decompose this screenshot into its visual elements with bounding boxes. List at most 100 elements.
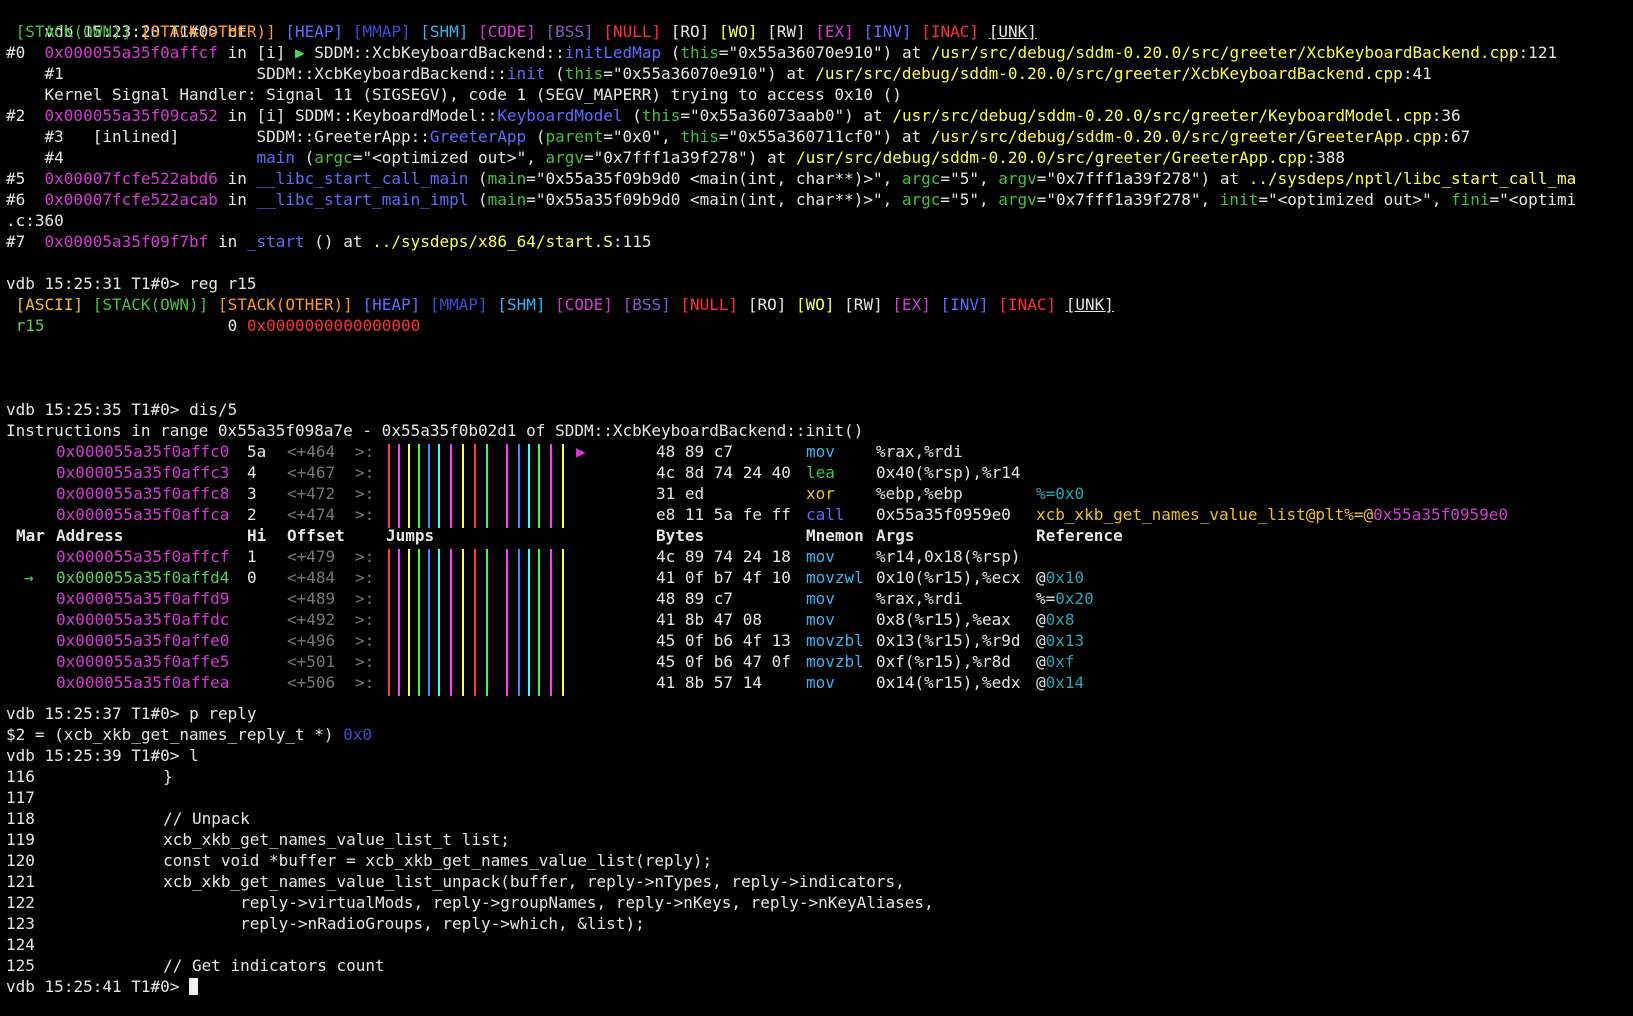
column-header-mar: Mar (16, 526, 45, 545)
prompt-line-active[interactable]: vdb 15:25:41 T1#0> (6, 976, 199, 997)
line-code: } (86, 767, 173, 786)
disasm-row[interactable]: 0x000055a35f0affea <+506 >: 41 8b 57 14 mov 0… (0, 672, 1633, 693)
frame-line: :36 (1431, 106, 1461, 125)
instruction-args: %r14,0x18(%rsp) (876, 547, 1021, 566)
prompt-time: 15:25:31 (44, 274, 122, 293)
jump-line (486, 549, 488, 696)
line-number: 124 (6, 935, 35, 954)
instruction-bytes: 4c 8d 74 24 40 (656, 463, 791, 482)
legend-inv: [INV] (940, 295, 989, 314)
frame-function: __libc_start_main_impl (256, 190, 469, 209)
memory-legend: [ASCII] [STACK(OWN)] [STACK(OTHER)] [HEA… (6, 294, 1114, 315)
source-line: 119 xcb_xkb_get_names_value_list_t list; (6, 829, 510, 850)
instruction-offset: <+467 (287, 463, 336, 482)
line-number: 125 (6, 956, 35, 975)
offset-separator: >: (355, 463, 375, 482)
disasm-row[interactable]: 0x000055a35f0affe0 <+496 >: 45 0f b6 4f 13 m… (0, 630, 1633, 651)
register-hex: 0x0000000000000000 (246, 316, 421, 335)
frame-number: #2 (6, 106, 26, 125)
jump-lines (388, 549, 578, 696)
frame-5[interactable]: #5 0x00007fcfe522abd6 in __libc_start_ca… (6, 168, 1576, 189)
source-line: 120 const void *buffer = xcb_xkb_get_nam… (6, 850, 712, 871)
jump-line (388, 444, 390, 528)
legend-bss: [BSS] (622, 295, 671, 314)
source-line: 117 (6, 787, 35, 808)
legend-shm: [SHM] (497, 295, 546, 314)
instruction-address: 0x000055a35f0affcf (56, 547, 230, 566)
line-number: 117 (6, 788, 35, 807)
instruction-offset: <+464 (287, 442, 336, 461)
register-row: r15 0 0x0000000000000000 (6, 315, 421, 336)
disasm-row[interactable]: 0x000055a35f0affe5 <+501 >: 45 0f b6 47 0f m… (0, 651, 1633, 672)
instruction-address: 0x000055a35f0affd9 (56, 589, 230, 608)
frame-file: /usr/src/debug/sddm-0.20.0/src/greeter/G… (930, 127, 1442, 146)
disasm-row[interactable]: 0x000055a35f0affcf 1 <+479 >: 4c 89 74 24 18… (0, 546, 1633, 567)
legend-null: [NULL] (603, 22, 662, 41)
instruction-offset: <+484 (287, 568, 336, 587)
line-number: 119 (6, 830, 35, 849)
frame-address: 0x000055a35f09ca52 (44, 106, 218, 125)
frame-number: #4 (44, 148, 64, 167)
legend-code: [CODE] (555, 295, 613, 314)
instruction-reference: @0x14 (1036, 673, 1085, 692)
disasm-row[interactable]: 0x000055a35f0affca 2 <+474 >: e8 11 5a fe ff… (0, 504, 1633, 525)
jump-line (474, 444, 476, 528)
disasm-row-current[interactable]: → 0x000055a35f0affd4 0 <+484 >: 41 0f b7 4f 1… (0, 567, 1633, 588)
prompt-host: vdb (6, 977, 35, 996)
frame-args: (this="0x55a36070e910") (670, 43, 893, 62)
instruction-hi: 2 (247, 505, 257, 524)
disasm-row[interactable]: 0x000055a35f0affd9 <+489 >: 48 89 c7 mov %rax… (0, 588, 1633, 609)
instruction-bytes: 31 ed (656, 484, 705, 503)
prompt-thread: T1#0> (131, 746, 180, 765)
frame-args: () (314, 232, 334, 251)
instruction-mnemonic: movzbl (806, 652, 864, 671)
prompt-line: vdb 15:25:35 T1#0> dis/5 (6, 399, 237, 420)
instruction-mnemonic: mov (806, 673, 835, 692)
frame-1[interactable]: #1 SDDM::XcbKeyboardBackend::init (this=… (6, 63, 1432, 84)
instruction-offset: <+474 (287, 505, 336, 524)
prompt-host: vdb (6, 704, 35, 723)
disasm-row[interactable]: 0x000055a35f0affc3 4 <+467 >: 4c 8d 74 24 40… (0, 462, 1633, 483)
frame-number: #0 (6, 43, 26, 62)
frame-0[interactable]: #0 0x000055a35f0affcf in [i] ▶ SDDM::Xcb… (6, 42, 1557, 63)
instruction-mnemonic: lea (806, 463, 835, 482)
prompt-line: vdb 15:25:37 T1#0> p reply (6, 703, 257, 724)
legend-bss: [BSS] (545, 22, 594, 41)
prompt-time: 15:25:35 (44, 400, 122, 419)
command-text: reg r15 (189, 274, 257, 293)
offset-separator: >: (355, 547, 375, 566)
disasm-range: Instructions in range 0x55a35f098a7e - 0… (6, 420, 863, 441)
legend-wo: [WO] (796, 295, 835, 314)
disasm-row[interactable]: 0x000055a35f0affdc <+492 >: 41 8b 47 08 mov 0… (0, 609, 1633, 630)
legend-rw: [RW] (844, 295, 883, 314)
instruction-bytes: 41 8b 57 14 (656, 673, 762, 692)
instruction-mnemonic: call (806, 505, 845, 524)
column-header-address: Address (56, 526, 124, 545)
command-text: p reply (189, 704, 257, 723)
legend-heap: [HEAP] (362, 295, 421, 314)
terminal-window[interactable]: vdb 15:23:20 T1#0> bt [STACK(OWN)] [STAC… (0, 0, 1633, 1016)
frame-6[interactable]: #6 0x00007fcfe522acab in __libc_start_ma… (6, 189, 1576, 210)
instruction-hi: 3 (247, 484, 257, 503)
jump-line (428, 549, 430, 696)
reference-address: 0x55a35f0959e0 (1373, 505, 1509, 524)
frame-7[interactable]: #7 0x00005a35f09f7bf in _start () at ../… (6, 231, 651, 252)
memory-legend: [STACK(OWN)] [STACK(OTHER)] [HEAP] [MMAP… (6, 21, 1037, 42)
instruction-mnemonic: mov (806, 589, 835, 608)
jump-line (528, 444, 530, 528)
frame-3[interactable]: #3 [inlined] SDDM::GreeterApp::GreeterAp… (6, 126, 1471, 147)
frame-4[interactable]: #4 main (argc="<optimized out>", argv="0… (6, 147, 1346, 168)
disasm-row[interactable]: 0x000055a35f0affc0 5a <+464 >: 48 89 c7 mov %r… (0, 441, 1633, 462)
jump-line (398, 444, 400, 528)
source-line: 123 reply->nRadioGroups, reply->which, &… (6, 913, 645, 934)
frame-number: #6 (6, 190, 26, 209)
frame-number: #1 (44, 64, 64, 83)
frame-2[interactable]: #2 0x000055a35f09ca52 in [i] SDDM::Keybo… (6, 105, 1461, 126)
legend-mmap: [MMAP] (429, 295, 488, 314)
jump-line (450, 444, 452, 528)
prompt-line: vdb 15:23:20 T1#0> bt (6, 0, 247, 41)
instruction-reference: xcb_xkb_get_names_value_list@plt%=@0x55a… (1036, 504, 1508, 525)
frame-namespace: SDDM::KeyboardModel:: (295, 106, 498, 125)
disasm-row[interactable]: 0x000055a35f0affc8 3 <+472 >: 31 ed xor %ebp,%… (0, 483, 1633, 504)
legend-shm: [SHM] (420, 22, 469, 41)
